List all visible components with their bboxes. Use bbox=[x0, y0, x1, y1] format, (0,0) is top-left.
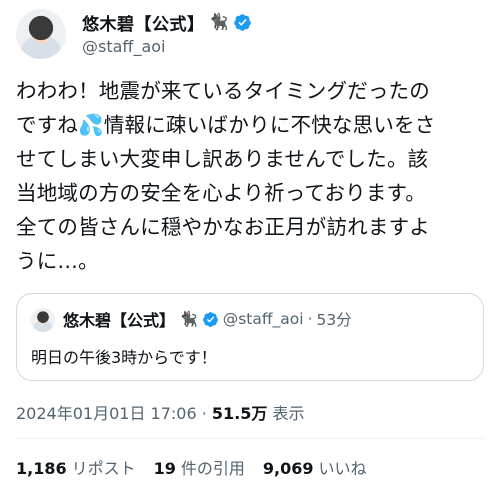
reposts-stat[interactable]: 1,186 リポスト bbox=[16, 455, 136, 479]
black-cat-icon: 🐈‍⬛ bbox=[208, 12, 229, 31]
tweet-text: わわわ！地震が来ているタイミングだったの ですね💦情報に疎いばかりに不快な思いを… bbox=[16, 74, 488, 278]
likes-stat[interactable]: 9,069 いいね bbox=[263, 455, 367, 479]
verified-badge-icon[interactable] bbox=[233, 13, 252, 32]
quoted-handle: @staff_aoi bbox=[222, 310, 304, 328]
quoted-display-name: 悠木碧【公式】 bbox=[63, 311, 176, 330]
tweet-header: 悠木碧【公式】 🐈‍⬛ @staff_aoi bbox=[0, 0, 500, 70]
tweet-line: ですね💦情報に疎いばかりに不快な思いをさ bbox=[16, 113, 436, 137]
verified-badge-icon bbox=[202, 311, 218, 327]
tweet-line: うに…。 bbox=[16, 249, 99, 273]
quoted-header: 悠木碧【公式】 🐈‍⬛ @staff_aoi · 53分 bbox=[63, 307, 352, 331]
divider bbox=[16, 438, 484, 439]
tweet-line: 当地域の方の安全を心より祈っております。 bbox=[16, 181, 426, 205]
quotes-count: 19 bbox=[153, 459, 176, 478]
quotes-stat[interactable]: 19 件の引用 bbox=[154, 455, 245, 479]
quoted-separator: · bbox=[307, 310, 313, 328]
author-name-row[interactable]: 悠木碧【公式】 🐈‍⬛ bbox=[82, 10, 252, 35]
tweet-line: わわわ！地震が来ているタイミングだったの bbox=[16, 79, 430, 103]
tweet-timestamp[interactable]: 2024年01月01日 17:06 bbox=[16, 404, 197, 423]
views-count: 51.5万 bbox=[211, 404, 268, 423]
likes-count: 9,069 bbox=[262, 459, 314, 478]
tweet-line: 全ての皆さんに穏やかなお正月が訪れますよ bbox=[16, 215, 430, 239]
engagement-stats: 1,186 リポスト 19 件の引用 9,069 いいね bbox=[16, 455, 385, 479]
reposts-label: リポスト bbox=[71, 459, 136, 478]
author-handle[interactable]: @staff_aoi bbox=[82, 37, 165, 56]
display-name[interactable]: 悠木碧【公式】 bbox=[82, 10, 205, 35]
reposts-count: 1,186 bbox=[16, 459, 67, 478]
quotes-label: 件の引用 bbox=[180, 459, 245, 478]
black-cat-icon: 🐈‍⬛ bbox=[179, 310, 198, 328]
meta-separator: · bbox=[201, 404, 207, 423]
views-label: 表示 bbox=[272, 404, 305, 423]
likes-label: いいね bbox=[318, 459, 367, 478]
quoted-tweet-card[interactable]: 悠木碧【公式】 🐈‍⬛ @staff_aoi · 53分 明日の午後3時からです… bbox=[16, 293, 484, 381]
tweet-meta: 2024年01月01日 17:06 · 51.5万 表示 bbox=[16, 400, 305, 424]
quoted-age: 53分 bbox=[316, 311, 352, 329]
quoted-text: 明日の午後3時からです！ bbox=[31, 348, 217, 367]
avatar[interactable] bbox=[16, 9, 66, 59]
quoted-avatar bbox=[31, 308, 55, 332]
tweet-line: せてしまい大変申し訳ありませんでした。該 bbox=[16, 147, 429, 171]
